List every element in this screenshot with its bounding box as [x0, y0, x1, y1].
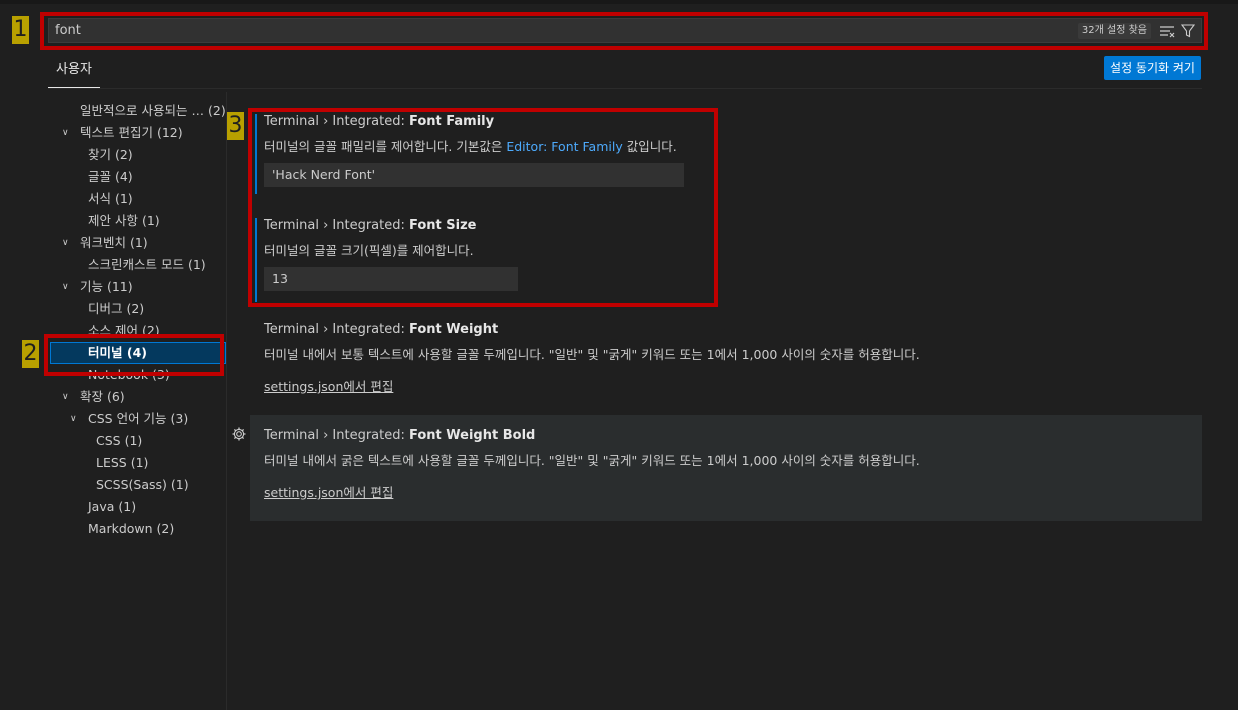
toc-item-label: 확장 (6)	[80, 389, 125, 404]
toc-item-count: (2)	[208, 103, 226, 118]
toc-item-workbench[interactable]: ∨ 워크벤치 (1)	[62, 232, 148, 254]
setting-description: 터미널 내에서 굵은 텍스트에 사용할 글꼴 두께입니다. "일반" 및 "굵게…	[264, 453, 920, 468]
toc-item-label: 워크벤치 (1)	[80, 235, 148, 250]
setting-name: Font Weight Bold	[409, 428, 536, 443]
toc-item-screencast-mode[interactable]: 스크린캐스트 모드 (1)	[88, 254, 206, 276]
chevron-down-icon: ∨	[62, 128, 69, 138]
edit-in-settings-json-link[interactable]: settings.json에서 편집	[264, 376, 393, 395]
annotation-box-3	[248, 108, 718, 307]
toc-item-less[interactable]: LESS (1)	[96, 452, 148, 474]
toc-item-commonly-used[interactable]: 일반적으로 사용되는 … (2)	[80, 100, 226, 122]
toc-item-label: 일반적으로 사용되는 …	[80, 103, 204, 118]
toc-item-font[interactable]: 글꼴 (4)	[88, 166, 133, 188]
toc-item-label: CSS 언어 기능 (3)	[88, 411, 189, 426]
toc-item-suggestions[interactable]: 제안 사항 (1)	[88, 210, 160, 232]
setting-category: Terminal › Integrated:	[264, 428, 409, 443]
chevron-down-icon: ∨	[70, 414, 77, 424]
setting-description: 터미널 내에서 보통 텍스트에 사용할 글꼴 두께입니다. "일반" 및 "굵게…	[264, 347, 920, 362]
toc-item-text-editor[interactable]: ∨ 텍스트 편집기 (12)	[62, 122, 183, 144]
setting-title-font-weight-bold: Terminal › Integrated: Font Weight Bold	[264, 428, 535, 443]
setting-title-font-weight: Terminal › Integrated: Font Weight	[264, 322, 498, 337]
toc-item-formatting[interactable]: 서식 (1)	[88, 188, 133, 210]
toc-divider	[226, 92, 227, 710]
toc-item-markdown[interactable]: Markdown (2)	[88, 518, 174, 540]
gear-icon[interactable]	[231, 426, 247, 442]
annotation-badge-1: 1	[12, 16, 29, 44]
toc-item-css[interactable]: CSS (1)	[96, 430, 142, 452]
toc-item-label: 텍스트 편집기 (12)	[80, 125, 183, 140]
tab-user[interactable]: 사용자	[48, 58, 100, 88]
chevron-down-icon: ∨	[62, 282, 69, 292]
annotation-box-2	[44, 334, 224, 376]
annotation-badge-2: 2	[22, 340, 39, 368]
toc-item-debug[interactable]: 디버그 (2)	[88, 298, 144, 320]
setting-category: Terminal › Integrated:	[264, 322, 409, 337]
edit-in-settings-json-link[interactable]: settings.json에서 편집	[264, 482, 393, 501]
chevron-down-icon: ∨	[62, 238, 69, 248]
annotation-badge-3: 3	[227, 112, 244, 140]
toc-item-find[interactable]: 찾기 (2)	[88, 144, 133, 166]
settings-sync-button[interactable]: 설정 동기화 켜기	[1104, 56, 1201, 80]
toc-item-scss[interactable]: SCSS(Sass) (1)	[96, 474, 189, 496]
title-strip	[0, 0, 1238, 4]
setting-name: Font Weight	[409, 322, 499, 337]
toc-item-label: 기능 (11)	[80, 279, 133, 294]
toc-item-features[interactable]: ∨ 기능 (11)	[62, 276, 133, 298]
chevron-down-icon: ∨	[62, 392, 69, 402]
tab-divider	[48, 88, 1202, 89]
toc-item-java[interactable]: Java (1)	[88, 496, 136, 518]
annotation-box-1	[40, 12, 1208, 50]
toc-item-css-language-features[interactable]: ∨ CSS 언어 기능 (3)	[70, 408, 188, 430]
toc-item-extensions[interactable]: ∨ 확장 (6)	[62, 386, 125, 408]
